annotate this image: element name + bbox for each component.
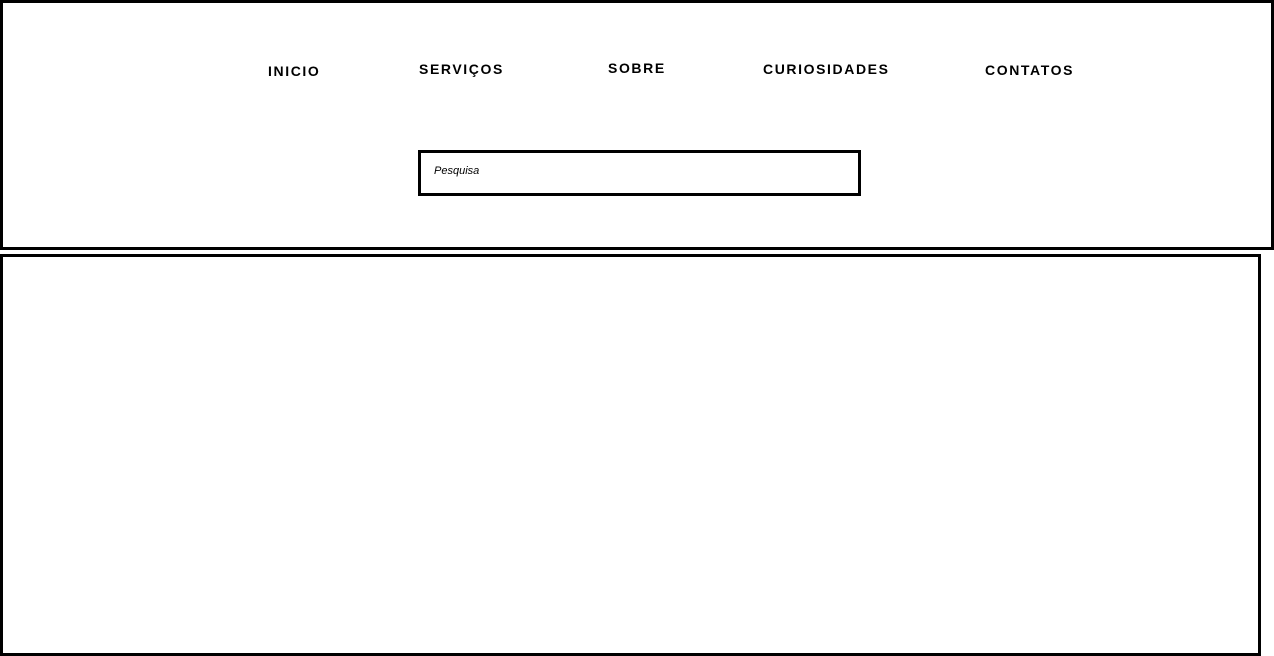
search-box: Pesquisa <box>418 150 861 196</box>
main-content-area <box>0 254 1261 656</box>
nav-link-sobre[interactable]: SOBRE <box>608 61 666 75</box>
page: INICIO SERVIÇOS SOBRE CURIOSIDADES CONTA… <box>0 0 1274 656</box>
nav-link-inicio[interactable]: INICIO <box>268 64 320 78</box>
search-input[interactable] <box>421 153 858 193</box>
header: INICIO SERVIÇOS SOBRE CURIOSIDADES CONTA… <box>0 0 1274 250</box>
nav-link-contatos[interactable]: CONTATOS <box>985 63 1074 77</box>
nav-link-curiosidades[interactable]: CURIOSIDADES <box>763 62 890 76</box>
nav-link-servicos[interactable]: SERVIÇOS <box>419 62 504 76</box>
